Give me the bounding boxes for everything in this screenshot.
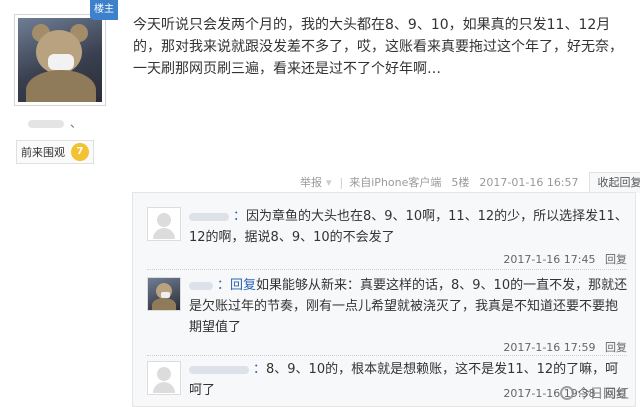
rank-title: 前来围观 [21, 146, 65, 159]
reply-author[interactable]: ： [189, 209, 246, 224]
reply-author[interactable]: ： [189, 362, 266, 377]
bear-avatar-image [18, 18, 102, 102]
post-meta: 举报 ▾ | 来自iPhone客户端 5楼 2017-01-16 16:57 收… [300, 171, 640, 193]
dropdown-arrow-icon[interactable]: ▾ [326, 176, 332, 189]
author-avatar[interactable] [14, 14, 106, 106]
post-content: 今天听说只会发两个月的，我的大头都在8、9、10，如果真的只发11、12月的，那… [133, 17, 623, 77]
reply-link[interactable]: 回复 [605, 253, 627, 266]
reply-author[interactable]: ：回复 [189, 278, 256, 293]
reply-avatar[interactable] [147, 207, 181, 241]
divider [147, 355, 627, 356]
reply-time: 2017-1-16 17:45 [503, 253, 596, 266]
reply-meta: 2017-1-16 17:45 回复 [503, 251, 627, 267]
watermark: 今日网红 [559, 383, 629, 402]
watermark-logo-icon [559, 385, 574, 400]
reply-meta: 2017-1-16 17:59 回复 [503, 339, 627, 355]
reply-avatar[interactable] [147, 277, 181, 311]
divider [147, 269, 627, 270]
divider: | [339, 175, 344, 189]
reply-time: 2017-1-16 17:59 [503, 341, 596, 354]
reply-avatar[interactable] [147, 361, 181, 395]
report-link[interactable]: 举报 [300, 174, 322, 190]
post-time: 2017-01-16 16:57 [479, 175, 579, 189]
blurred-name [28, 119, 64, 128]
user-rank[interactable]: 前来围观 7 [16, 140, 94, 164]
floor-number: 5楼 [451, 176, 470, 189]
reply-text: ：回复如果能够从新来：真要这样的话，8、9、10的一直不发，那就还是欠账过年的节… [189, 278, 628, 335]
list-item: ：因为章鱼的大头也在8、9、10啊，11、12的少，所以选择发11、12的啊，据… [133, 203, 635, 267]
collapse-replies-button[interactable]: 收起回复 [588, 171, 640, 193]
list-item: ：回复如果能够从新来：真要这样的话，8、9、10的一直不发，那就还是欠账过年的节… [133, 275, 635, 355]
client-source[interactable]: 来自iPhone客户端 [349, 174, 441, 190]
reply-link[interactable]: 回复 [605, 341, 627, 354]
reply-text: ：因为章鱼的大头也在8、9、10啊，11、12的少，所以选择发11、12的啊，据… [189, 209, 628, 245]
author-name[interactable]: 、 [28, 114, 88, 130]
reply-list: ：因为章鱼的大头也在8、9、10啊，11、12的少，所以选择发11、12的啊，据… [132, 192, 636, 407]
rank-level-badge: 7 [71, 143, 89, 161]
op-badge: 楼主 [90, 0, 118, 20]
author-sidebar: 楼主 、 前来围观 7 [0, 0, 118, 405]
